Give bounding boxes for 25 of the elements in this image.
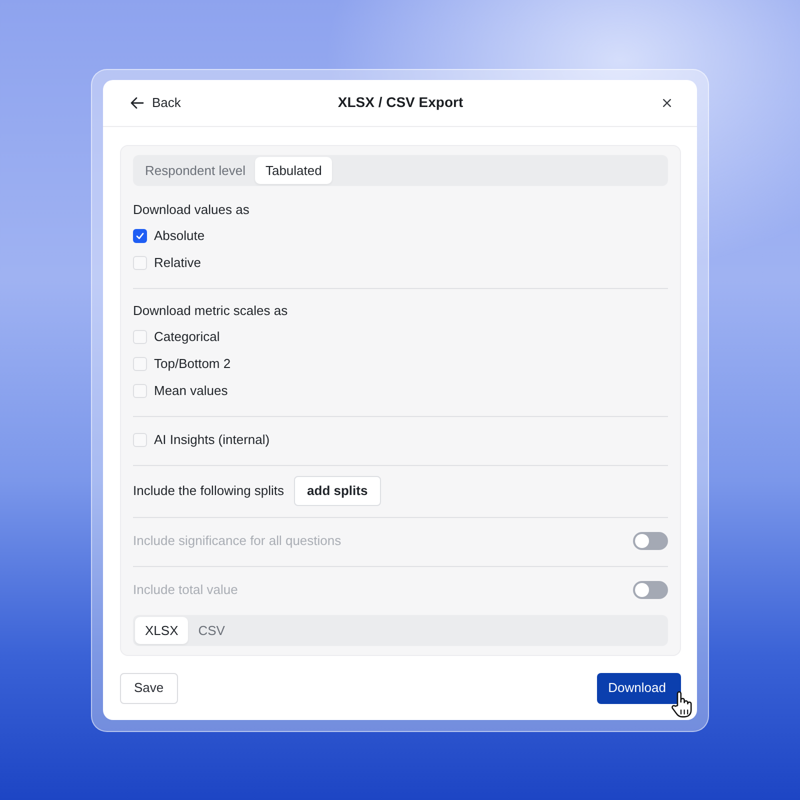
- section-heading: Download metric scales as: [133, 302, 289, 320]
- save-button[interactable]: Save: [120, 672, 178, 704]
- checkbox-label: Mean values: [154, 382, 228, 400]
- dialog-title: XLSX / CSV Export: [338, 93, 464, 112]
- add-splits-button[interactable]: add splits: [294, 476, 381, 506]
- checkbox-label: Top/Bottom 2: [154, 355, 231, 374]
- tab[interactable]: Respondent level: [135, 156, 256, 184]
- field-label: Include the following splits: [133, 482, 284, 500]
- tab[interactable]: Tabulated: [255, 156, 332, 184]
- checkbox-label: Absolute: [154, 227, 205, 246]
- checkbox[interactable]: [133, 229, 147, 243]
- toggle-label: Include total value: [133, 581, 238, 600]
- checkbox-label: Relative: [154, 254, 201, 272]
- back-button[interactable]: Back: [130, 92, 181, 112]
- tab[interactable]: XLSX: [135, 616, 188, 644]
- checkbox-label: AI Insights (internal): [154, 431, 270, 450]
- checkbox-label: Categorical: [154, 328, 220, 346]
- close-button[interactable]: [663, 98, 671, 106]
- close-icon: [663, 98, 671, 106]
- check-icon: [136, 232, 144, 240]
- section-heading: Download values as: [133, 201, 250, 220]
- toggle-label: Include significance for all questions: [133, 532, 342, 550]
- back-arrow-icon: [130, 96, 144, 108]
- download-button[interactable]: Download: [597, 672, 681, 704]
- tab[interactable]: CSV: [188, 616, 235, 644]
